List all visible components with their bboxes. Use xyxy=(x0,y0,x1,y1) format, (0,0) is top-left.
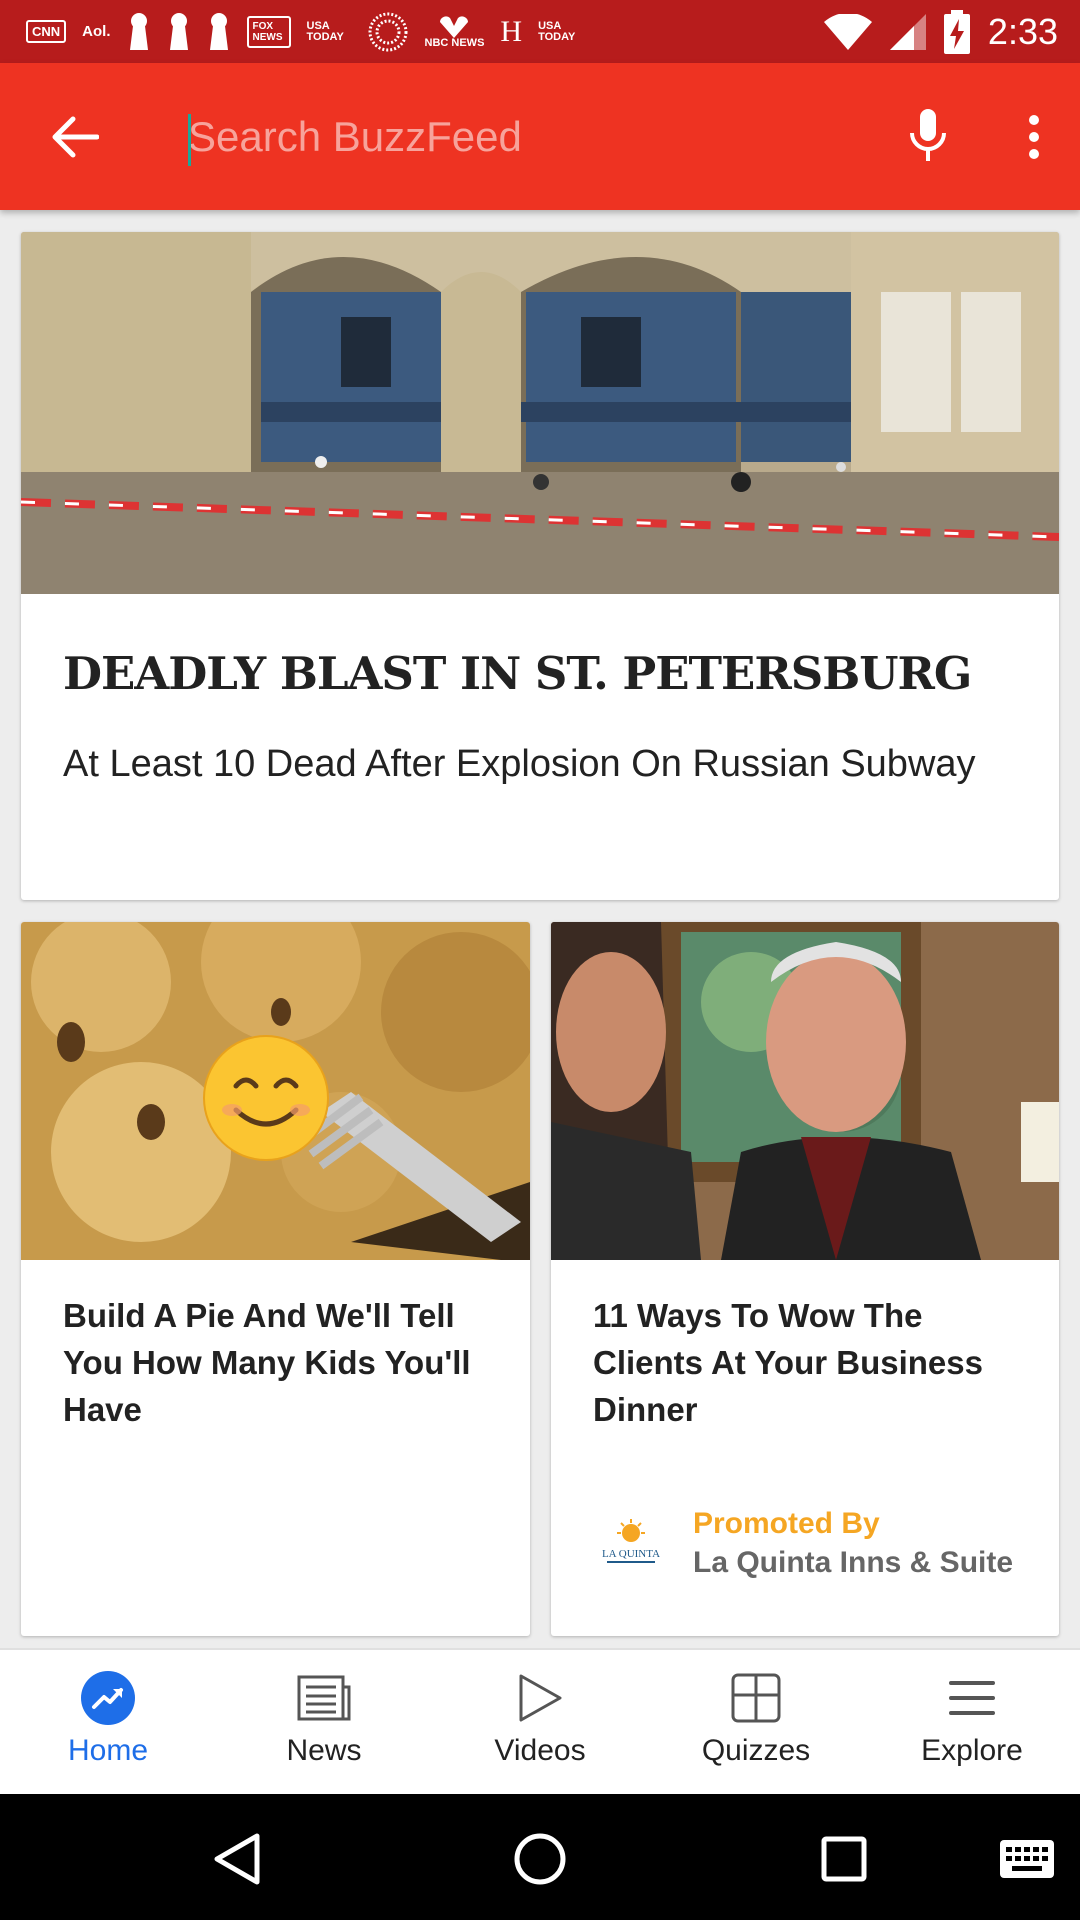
circle-home-icon xyxy=(514,1833,566,1885)
nav-home-button[interactable] xyxy=(505,1824,575,1894)
text-cursor xyxy=(188,113,191,166)
newspaper-icon xyxy=(297,1675,351,1721)
aol-notification-icon: Aol. xyxy=(82,23,111,40)
advertiser-name: La Quinta Inns & Suites xyxy=(693,1546,1013,1579)
notification-icons: CNN Aol. FOX NEWS USA TODAY NBC NEWS H U… xyxy=(0,11,824,53)
search-input[interactable] xyxy=(150,112,868,161)
promo-text: Promoted By La Quinta Inns & Suites xyxy=(693,1505,1013,1583)
search-field[interactable] xyxy=(150,92,868,182)
history-notification-icon: H xyxy=(500,14,523,48)
arrow-left-icon xyxy=(52,116,99,157)
tab-home[interactable]: Home xyxy=(0,1650,216,1794)
nbc-news-notification-icon: NBC NEWS xyxy=(424,14,485,49)
tab-label: Explore xyxy=(921,1734,1023,1767)
keyhole-notification-icon xyxy=(209,12,228,50)
tab-quizzes[interactable]: Quizzes xyxy=(648,1650,864,1794)
subway-blast-photo xyxy=(21,232,1059,594)
keyboard-switch-button[interactable] xyxy=(992,1824,1062,1894)
clock: 2:33 xyxy=(987,10,1058,52)
nav-recents-button[interactable] xyxy=(809,1824,879,1894)
play-icon xyxy=(519,1674,562,1722)
usa-today-notification-icon: USA TODAY xyxy=(306,19,344,43)
pie-photo xyxy=(21,922,530,1260)
nbc-news-label: NBC NEWS xyxy=(424,37,485,49)
bottom-tab-bar: Home News Videos Quizzes Explore xyxy=(0,1648,1080,1794)
keyboard-icon xyxy=(1000,1840,1054,1878)
tab-label: Videos xyxy=(494,1734,586,1767)
promoted-story-card[interactable]: 11 Ways To Wow The Clients At Your Busin… xyxy=(551,922,1059,1636)
fox-news-notification-icon: FOX NEWS xyxy=(246,15,291,48)
wifi-icon xyxy=(823,13,872,50)
business-dinner-photo xyxy=(551,922,1059,1260)
tab-explore[interactable]: Explore xyxy=(864,1650,1080,1794)
tab-label: News xyxy=(286,1734,362,1767)
system-navigation-bar xyxy=(0,1794,1080,1920)
app-bar xyxy=(0,63,1080,210)
signal-icon xyxy=(889,13,926,50)
keyhole-notification-icon xyxy=(169,12,188,50)
back-button[interactable] xyxy=(0,63,150,210)
trending-icon xyxy=(81,1671,135,1725)
hero-story-card[interactable]: DEADLY BLAST IN ST. PETERSBURG At Least … xyxy=(21,232,1059,900)
smiling-face-emoji xyxy=(203,1035,329,1161)
system-status: 2:33 xyxy=(823,9,1080,54)
battery-charging-icon xyxy=(943,9,970,54)
microphone-icon xyxy=(910,108,946,161)
voice-search-button[interactable] xyxy=(868,63,988,210)
status-bar: CNN Aol. FOX NEWS USA TODAY NBC NEWS H U… xyxy=(0,0,1080,63)
tab-videos[interactable]: Videos xyxy=(432,1650,648,1794)
usa-today-notification-icon: USA TODAY xyxy=(538,19,576,43)
keyhole-notification-icon xyxy=(129,12,148,50)
story-title: Build A Pie And We'll Tell You How Many … xyxy=(63,1297,471,1428)
triangle-back-icon xyxy=(214,1833,260,1885)
promoted-by-label: Promoted By xyxy=(693,1507,880,1540)
hero-subheadline: At Least 10 Dead After Explosion On Russ… xyxy=(63,743,976,785)
tab-label: Quizzes xyxy=(701,1734,811,1767)
tab-news[interactable]: News xyxy=(216,1650,432,1794)
tab-label: Home xyxy=(67,1734,149,1767)
hero-headline: DEADLY BLAST IN ST. PETERSBURG xyxy=(63,647,972,700)
la-quinta-logo-text: LA QUINTA xyxy=(602,1548,660,1560)
la-quinta-logo: LA QUINTA xyxy=(591,1504,671,1584)
more-options-button[interactable] xyxy=(988,63,1080,210)
promoted-by[interactable]: LA QUINTA Promoted By La Quinta Inns & S… xyxy=(591,1504,1013,1584)
story-title: 11 Ways To Wow The Clients At Your Busin… xyxy=(593,1297,983,1428)
cnn-notification-icon: CNN xyxy=(26,20,67,43)
grid-icon xyxy=(731,1673,781,1723)
sunburst-notification-icon xyxy=(368,12,408,51)
menu-icon xyxy=(949,1681,995,1715)
square-recents-icon xyxy=(821,1836,867,1882)
more-vertical-icon xyxy=(1029,114,1039,159)
story-card[interactable]: Build A Pie And We'll Tell You How Many … xyxy=(21,922,530,1636)
nav-back-button[interactable] xyxy=(202,1824,272,1894)
